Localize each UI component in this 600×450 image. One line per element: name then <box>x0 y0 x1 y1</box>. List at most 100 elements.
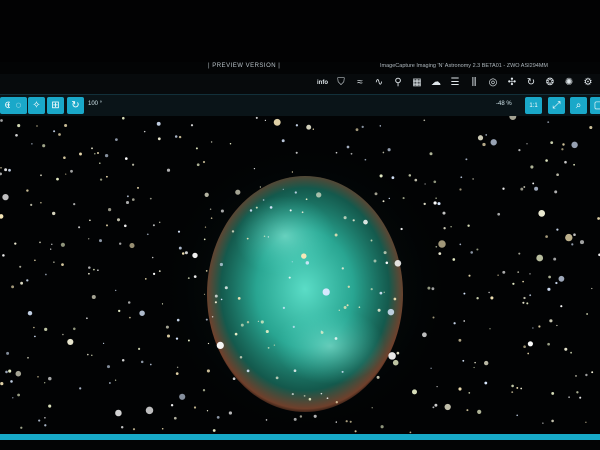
star <box>108 208 112 212</box>
star <box>12 397 14 399</box>
crosshair-icon[interactable]: ✣ <box>506 77 518 89</box>
star <box>237 297 241 300</box>
stars-icon[interactable]: ✧ <box>28 97 45 114</box>
star <box>433 180 437 184</box>
star <box>214 301 217 304</box>
info-button[interactable]: info <box>317 80 328 86</box>
palette-icon[interactable]: ✺ <box>563 77 575 89</box>
star <box>526 302 529 305</box>
star <box>44 416 46 419</box>
star <box>106 365 111 369</box>
star <box>33 326 35 329</box>
star <box>214 294 218 298</box>
star <box>568 396 570 399</box>
star <box>565 233 573 242</box>
star <box>312 128 314 130</box>
star <box>352 219 355 222</box>
shield-icon[interactable]: ⛉ <box>335 77 347 89</box>
star <box>120 426 124 429</box>
star <box>383 291 385 293</box>
star <box>547 342 550 346</box>
star <box>585 373 588 377</box>
star <box>299 415 303 418</box>
star <box>518 252 521 255</box>
star <box>527 352 530 355</box>
star <box>220 298 223 301</box>
fit-icon[interactable]: ▢ <box>590 97 600 114</box>
star <box>424 183 426 185</box>
star <box>216 341 224 349</box>
search-icon[interactable]: ⌕ <box>570 97 587 114</box>
sliders-icon[interactable]: ⫼ <box>468 77 480 89</box>
list-icon[interactable]: ☰ <box>449 77 461 89</box>
star <box>573 163 575 166</box>
star <box>136 186 140 189</box>
star <box>175 372 179 375</box>
star <box>177 230 181 233</box>
star <box>265 419 268 421</box>
star <box>370 288 373 291</box>
star <box>149 363 152 366</box>
star <box>542 422 544 424</box>
refresh-icon[interactable]: ↻ <box>525 77 537 89</box>
star <box>166 334 171 338</box>
star <box>530 165 534 169</box>
target-icon[interactable]: ◎ <box>487 77 499 89</box>
star <box>48 404 52 408</box>
nebula-lower-lobe <box>275 308 385 384</box>
star <box>371 407 373 409</box>
star <box>460 176 463 179</box>
star <box>60 242 65 247</box>
rotate-icon[interactable]: ↻ <box>67 97 84 114</box>
star <box>206 369 210 373</box>
star <box>334 337 338 340</box>
building-icon[interactable]: ▦ <box>411 77 423 89</box>
location-pin-icon[interactable]: ⚲ <box>392 77 404 89</box>
star <box>291 171 294 173</box>
star <box>576 391 579 394</box>
star <box>484 360 489 366</box>
star <box>363 219 368 225</box>
star <box>346 304 349 307</box>
star <box>209 208 212 210</box>
star <box>88 266 91 269</box>
star <box>400 227 403 231</box>
star <box>573 233 576 236</box>
star <box>288 276 291 279</box>
star <box>36 125 38 127</box>
star <box>39 241 41 244</box>
star <box>282 188 284 190</box>
star <box>42 144 46 148</box>
star <box>427 286 431 290</box>
star <box>518 149 521 152</box>
star <box>212 429 216 432</box>
star <box>558 275 565 282</box>
zoom-ratio-button[interactable]: 1:1 <box>525 97 542 114</box>
grid-icon[interactable]: ⊞ <box>47 97 64 114</box>
chart-icon[interactable]: ∿ <box>373 77 385 89</box>
star <box>273 118 281 126</box>
star <box>58 133 61 136</box>
star <box>114 379 117 381</box>
star <box>131 198 135 201</box>
graph-icon[interactable]: ≈ <box>354 77 366 89</box>
settings-icon[interactable]: ⚙ <box>582 77 594 89</box>
image-viewer[interactable] <box>0 116 600 434</box>
aperture-icon[interactable]: ❂ <box>544 77 556 89</box>
expand-icon[interactable]: ⤢ <box>548 97 565 114</box>
cloud-icon[interactable]: ☁ <box>430 77 442 89</box>
focus-icon[interactable]: ◌ <box>10 97 27 114</box>
star <box>31 143 33 145</box>
star <box>443 227 446 230</box>
star <box>255 206 258 209</box>
star <box>292 325 295 328</box>
star <box>341 370 344 373</box>
star <box>52 211 56 216</box>
star <box>538 325 541 328</box>
star <box>322 288 330 296</box>
star <box>231 230 235 233</box>
app-title: ImageCapture Imaging 'N' Astronomy 2.3 B… <box>380 63 548 69</box>
star <box>91 147 93 150</box>
star <box>511 384 514 388</box>
star <box>2 193 9 201</box>
